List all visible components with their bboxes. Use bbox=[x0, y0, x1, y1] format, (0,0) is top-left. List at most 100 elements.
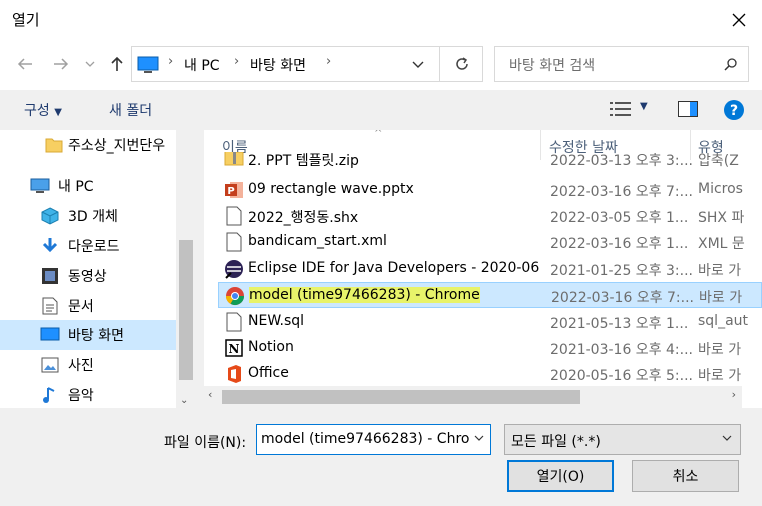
sidebar-item-my-pc[interactable]: 내 PC bbox=[0, 171, 176, 201]
help-icon: ? bbox=[724, 100, 744, 120]
organize-button[interactable]: 구성 ▼ bbox=[24, 100, 62, 120]
file-row[interactable]: P 09 rectangle wave.pptx 2022-03-16 오후 7… bbox=[218, 177, 762, 203]
scroll-right-icon[interactable]: › bbox=[732, 388, 736, 401]
pictures-icon bbox=[40, 355, 60, 375]
sidebar-item-label: 음악 bbox=[68, 388, 94, 404]
help-button[interactable]: ? bbox=[723, 99, 745, 125]
file-type: SHX 파 bbox=[698, 210, 745, 226]
document-icon bbox=[40, 296, 60, 316]
refresh-button[interactable] bbox=[439, 46, 483, 82]
breadcrumb-my-pc[interactable]: 내 PC bbox=[184, 55, 220, 75]
title-bar: 열기 bbox=[0, 0, 762, 40]
file-row[interactable]: 2022_행정동.shx 2022-03-05 오후 1... SHX 파 bbox=[218, 203, 762, 229]
breadcrumb-desktop[interactable]: 바탕 화면 bbox=[250, 55, 306, 75]
eclipse-icon bbox=[225, 260, 243, 279]
horizontal-scrollbar[interactable]: ‹ › bbox=[204, 386, 742, 408]
file-row[interactable]: Eclipse IDE for Java Developers - 2020-0… bbox=[218, 256, 762, 282]
file-type: 바로 가 bbox=[698, 263, 742, 279]
address-bar[interactable]: › 내 PC › 바탕 화면 › bbox=[131, 46, 483, 82]
file-name: model (time97466283) - Chrome bbox=[249, 287, 480, 303]
sidebar-item-documents[interactable]: 문서 bbox=[0, 291, 176, 321]
file-type: 바로 가 bbox=[699, 290, 743, 306]
sidebar-item-videos[interactable]: 동영상 bbox=[0, 261, 176, 291]
arrow-right-icon bbox=[54, 58, 69, 70]
arrow-up-icon bbox=[111, 56, 123, 71]
file-type-filter[interactable]: 모든 파일 (*.*) bbox=[504, 424, 741, 455]
file-date: 2021-01-25 오후 3:... bbox=[550, 263, 693, 279]
search-box[interactable]: 바탕 화면 검색 bbox=[494, 46, 749, 82]
breadcrumb-separator[interactable]: › bbox=[326, 54, 331, 69]
filename-label: 파일 이름(N): bbox=[164, 435, 247, 451]
breadcrumb-separator[interactable]: › bbox=[234, 54, 239, 69]
notion-icon: N bbox=[225, 339, 243, 357]
scroll-down-icon[interactable]: ⌄ bbox=[180, 395, 188, 406]
arrow-left-icon bbox=[17, 58, 32, 70]
file-type: 바로 가 bbox=[698, 342, 742, 358]
file-list: 이름 ^ 수정한 날짜 유형 2. PPT 템플릿.zip 2022-03-13… bbox=[204, 130, 762, 408]
file-row[interactable]: NEW.sql 2021-05-13 오후 1... sql_aut bbox=[218, 309, 762, 335]
sidebar-item-label: 동영상 bbox=[68, 269, 107, 285]
file-type: XML 문 bbox=[698, 236, 745, 252]
scrollbar-thumb[interactable] bbox=[222, 390, 580, 404]
sidebar-item-3d-objects[interactable]: 3D 개체 bbox=[0, 201, 176, 231]
recent-locations-button[interactable] bbox=[83, 54, 97, 74]
file-row[interactable]: bandicam_start.xml 2022-03-16 오후 1... XM… bbox=[218, 229, 762, 255]
file-name: Office bbox=[248, 365, 289, 381]
file-type: 압축(Z bbox=[698, 153, 739, 169]
sidebar-item-downloads[interactable]: 다운로드 bbox=[0, 231, 176, 261]
file-name: NEW.sql bbox=[248, 313, 305, 329]
sidebar-item-folder[interactable]: 주소상_지번단우 bbox=[0, 130, 176, 160]
preview-pane-icon bbox=[678, 101, 698, 117]
download-icon bbox=[40, 236, 60, 256]
video-icon bbox=[40, 266, 60, 286]
computer-icon bbox=[137, 56, 159, 73]
chevron-down-icon[interactable] bbox=[474, 432, 484, 444]
sidebar-item-desktop[interactable]: 바탕 화면 bbox=[0, 320, 176, 350]
zip-folder-icon bbox=[224, 152, 244, 166]
sidebar-scrollbar[interactable]: ⌄ bbox=[176, 130, 196, 408]
3d-objects-icon bbox=[40, 206, 60, 226]
sidebar-item-label: 3D 개체 bbox=[68, 209, 118, 225]
file-type: sql_aut bbox=[698, 313, 749, 329]
powerpoint-icon: P bbox=[225, 182, 243, 198]
sidebar-item-pictures[interactable]: 사진 bbox=[0, 350, 176, 380]
chevron-down-icon[interactable] bbox=[412, 60, 424, 70]
filename-input[interactable]: model (time97466283) - Chrome bbox=[256, 424, 491, 455]
file-date: 2021-03-16 오후 4:... bbox=[550, 342, 693, 358]
breadcrumb-separator[interactable]: › bbox=[168, 54, 173, 69]
file-row[interactable]: 2. PPT 템플릿.zip 2022-03-13 오후 3:... 압축(Z bbox=[218, 152, 762, 172]
sidebar-item-label: 바탕 화면 bbox=[68, 328, 124, 344]
blank-file-icon bbox=[226, 206, 242, 226]
scrollbar-thumb[interactable] bbox=[179, 240, 193, 380]
filename-value[interactable]: model (time97466283) - Chrome bbox=[261, 431, 469, 447]
file-date: 2020-05-16 오후 5:... bbox=[550, 368, 693, 384]
sidebar-item-music[interactable]: 음악 bbox=[0, 380, 176, 410]
up-button[interactable] bbox=[107, 54, 127, 74]
scroll-left-icon[interactable]: ‹ bbox=[208, 388, 212, 401]
forward-button[interactable] bbox=[51, 54, 71, 74]
close-icon bbox=[732, 13, 746, 27]
back-button[interactable] bbox=[15, 54, 35, 74]
new-folder-button[interactable]: 새 폴더 bbox=[109, 100, 152, 120]
sidebar-item-label: 내 PC bbox=[58, 179, 94, 195]
preview-pane-button[interactable] bbox=[678, 101, 698, 121]
filter-value: 모든 파일 (*.*) bbox=[511, 434, 601, 450]
view-options-button[interactable]: ▼ bbox=[610, 101, 648, 121]
computer-icon bbox=[30, 176, 50, 196]
chrome-icon bbox=[226, 287, 244, 306]
close-button[interactable] bbox=[716, 0, 762, 40]
file-row-selected[interactable]: model (time97466283) - Chrome 2022-03-16… bbox=[218, 282, 762, 308]
sidebar-item-label: 다운로드 bbox=[68, 239, 120, 255]
folder-icon bbox=[44, 135, 64, 155]
file-row[interactable]: N Notion 2021-03-16 오후 4:... 바로 가 bbox=[218, 335, 762, 361]
file-name: bandicam_start.xml bbox=[248, 233, 387, 249]
file-date: 2022-03-16 오후 7:... bbox=[551, 290, 694, 306]
search-placeholder: 바탕 화면 검색 bbox=[509, 58, 596, 74]
file-date: 2021-05-13 오후 1... bbox=[550, 316, 689, 332]
file-date: 2022-03-16 오후 1... bbox=[550, 236, 689, 252]
dropdown-arrow-icon: ▼ bbox=[54, 107, 62, 118]
file-row[interactable]: Office 2020-05-16 오후 5:... 바로 가 bbox=[218, 361, 762, 387]
cancel-button[interactable]: 취소 bbox=[632, 460, 739, 492]
open-button[interactable]: 열기(O) bbox=[507, 460, 614, 492]
details-view-icon bbox=[610, 102, 631, 116]
